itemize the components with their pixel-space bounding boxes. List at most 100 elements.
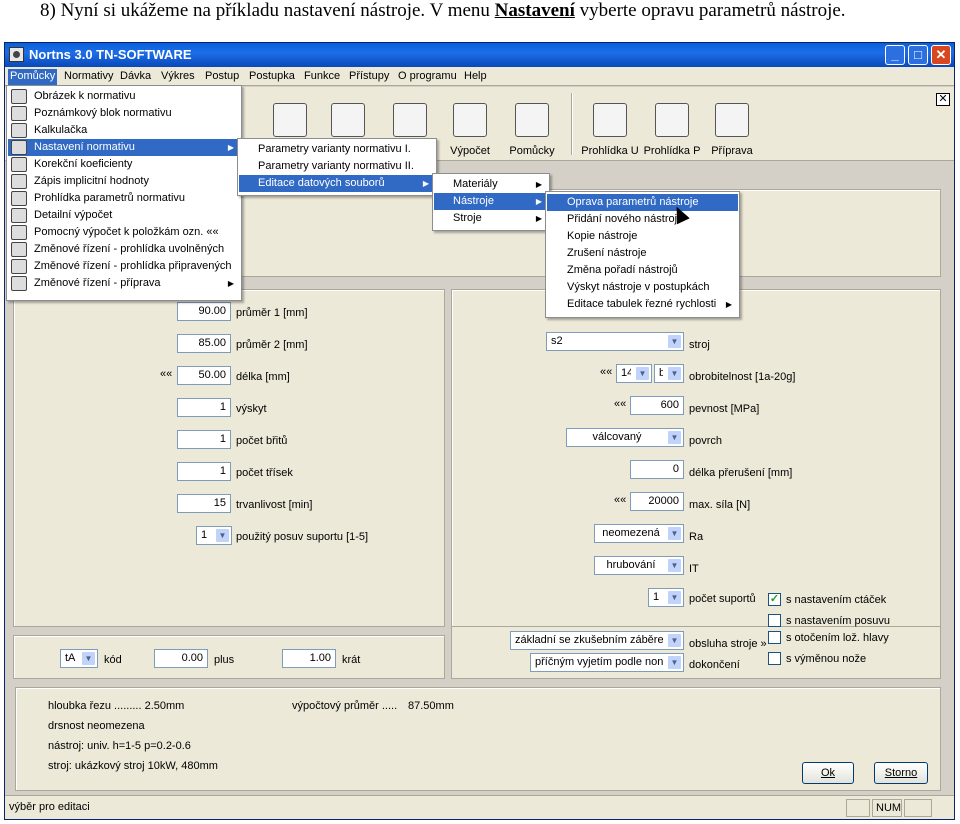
- menu-item-zruseni-nastroje[interactable]: Zrušení nástroje: [547, 245, 738, 262]
- menu-item-zmena-poradi[interactable]: Změna pořadí nástrojů: [547, 262, 738, 279]
- menu-pristupy[interactable]: Přístupy: [347, 69, 391, 85]
- chevron-down-icon[interactable]: ▼: [667, 655, 682, 670]
- chevron-down-icon[interactable]: ▼: [667, 334, 682, 349]
- toolbar-prohlidka-p-button[interactable]: Prohlídka P: [639, 91, 705, 157]
- max-force-field[interactable]: 20000: [630, 492, 684, 511]
- plus-field[interactable]: 0.00: [154, 649, 208, 668]
- edges-field[interactable]: 1: [177, 430, 231, 449]
- menu-item-korekcni-koeficienty[interactable]: Korekční koeficienty: [8, 156, 240, 173]
- inspection-p-icon: [655, 103, 689, 137]
- document-close-icon[interactable]: ✕: [936, 93, 950, 106]
- length-field[interactable]: 50.00: [177, 366, 231, 385]
- chevron-down-icon[interactable]: ▼: [635, 366, 650, 381]
- times-field[interactable]: 1.00: [282, 649, 336, 668]
- menu-vykres[interactable]: Výkres: [159, 69, 197, 85]
- chevron-down-icon[interactable]: ▼: [667, 558, 682, 573]
- strength-marker[interactable]: ««: [614, 398, 626, 410]
- menu-item-detailni-vypocet[interactable]: Detailní výpočet: [8, 207, 240, 224]
- document-caption: 8) Nyní si ukážeme na příkladu nastavení…: [40, 0, 950, 26]
- left-form-panel: 90.00 průměr 1 [mm] 85.00 průměr 2 [mm] …: [13, 289, 445, 627]
- menu-item-obrazek[interactable]: Obrázek k normativu: [8, 88, 240, 105]
- menu-item-editace-souboru[interactable]: Editace datových souborů ▶: [239, 175, 435, 192]
- menu-item-parametry-2[interactable]: Parametry varianty normativu II.: [239, 158, 435, 175]
- chevron-down-icon[interactable]: ▼: [667, 366, 682, 381]
- surface-select[interactable]: válcovaný ▼: [566, 428, 684, 447]
- menu-item-kopie-nastroje[interactable]: Kopie nástroje: [547, 228, 738, 245]
- maximize-button[interactable]: □: [908, 45, 928, 65]
- menu-help[interactable]: Help: [462, 69, 489, 85]
- field-label: kód: [104, 654, 122, 666]
- menu-item-zmenove-uvolnenych[interactable]: Změnové řízení - prohlídka uvolněných: [8, 241, 240, 258]
- chevron-down-icon[interactable]: ▼: [667, 430, 682, 445]
- menu-item-vyskyt-nastroje[interactable]: Výskyt nástroje v postupkách: [547, 279, 738, 296]
- chips-field[interactable]: 1: [177, 462, 231, 481]
- machine-select[interactable]: s2 ▼: [546, 332, 684, 351]
- menu-item-prohlidka-parametru[interactable]: Prohlídka parametrů normativu: [8, 190, 240, 207]
- toolbar-pomucky-button[interactable]: Pomůcky: [499, 91, 565, 157]
- finish-select[interactable]: příčným vyjetím podle nonia ▼: [530, 653, 684, 672]
- menu-item-pomocny-vypocet[interactable]: Pomocný výpočet k položkám ozn. ««: [8, 224, 240, 241]
- cancel-button[interactable]: Storno: [874, 762, 928, 784]
- force-marker[interactable]: ««: [614, 494, 626, 506]
- menu-item-poznamkovy-blok[interactable]: Poznámkový blok normativu: [8, 105, 240, 122]
- menu-item-zmenove-pripravenych[interactable]: Změnové řízení - prohlídka připravených: [8, 258, 240, 275]
- check-ctacek[interactable]: ✓: [768, 593, 781, 606]
- check-hlava[interactable]: [768, 631, 781, 644]
- menu-item-editace-tabulek[interactable]: Editace tabulek řezné rychlosti ▶: [547, 296, 738, 313]
- menu-item-parametry-1[interactable]: Parametry varianty normativu I.: [239, 141, 435, 158]
- menu-item-oprava-parametru[interactable]: Oprava parametrů nástroje: [547, 194, 738, 211]
- menu-item-materialy[interactable]: Materiály ▶: [434, 176, 548, 193]
- submenu-arrow-icon: ▶: [422, 179, 429, 188]
- menu-pomucky[interactable]: Pomůcky: [8, 69, 58, 85]
- ok-button[interactable]: Ok: [802, 762, 854, 784]
- menu-item-zmenove-priprava[interactable]: Změnové řízení - příprava ▶: [8, 275, 240, 292]
- toolbar-priprava-button[interactable]: Příprava: [699, 91, 765, 157]
- check-vymena[interactable]: [768, 652, 781, 665]
- length-marker[interactable]: ««: [160, 368, 172, 380]
- toolbar-label: Příprava: [711, 145, 753, 157]
- menu-item-nastaveni-normativu[interactable]: Nastavení normativu ▶: [8, 139, 240, 156]
- machinability-letter-select[interactable]: b ▼: [654, 364, 684, 383]
- menu-item-zapis-implicitni[interactable]: Zápis implicitní hodnoty: [8, 173, 240, 190]
- menu-item-kalkulacka[interactable]: Kalkulačka: [8, 122, 240, 139]
- menu-item-nastroje[interactable]: Nástroje ▶: [434, 193, 548, 210]
- supports-select[interactable]: 1 ▼: [648, 588, 684, 607]
- chevron-down-icon[interactable]: ▼: [81, 651, 96, 666]
- chevron-down-icon[interactable]: ▼: [667, 590, 682, 605]
- nastaveni-submenu: Parametry varianty normativu I. Parametr…: [237, 138, 437, 196]
- menu-postupka[interactable]: Postupka: [247, 69, 297, 85]
- menu-item-pridani-nastroje[interactable]: Přidání nového nástroje: [547, 211, 738, 228]
- strength-field[interactable]: 600: [630, 396, 684, 415]
- diameter1-field[interactable]: 90.00: [177, 302, 231, 321]
- minimize-button[interactable]: _: [885, 45, 905, 65]
- chevron-down-icon[interactable]: ▼: [215, 528, 230, 543]
- feed-select[interactable]: 1 ▼: [196, 526, 232, 545]
- roughness-select[interactable]: neomezená ▼: [594, 524, 684, 543]
- tolerance-select[interactable]: hrubování ▼: [594, 556, 684, 575]
- right-form-panel: s2 ▼ stroj «« 14 ▼ b ▼ obrobitelnost [1a-20…: [451, 289, 941, 627]
- machinability-marker[interactable]: ««: [600, 366, 612, 378]
- field-label: obrobitelnost [1a-20g]: [689, 371, 796, 383]
- menu-funkce[interactable]: Funkce: [302, 69, 342, 85]
- occurrence-field[interactable]: 1: [177, 398, 231, 417]
- tool-life-field[interactable]: 15: [177, 494, 231, 513]
- menu-o-programu[interactable]: O programu: [396, 69, 459, 85]
- toolbar-vypocet-button[interactable]: Výpočet: [437, 91, 503, 157]
- nastroje-submenu: Oprava parametrů nástroje Přidání nového…: [545, 191, 740, 318]
- menu-normativy[interactable]: Normativy: [62, 69, 116, 85]
- interruption-field[interactable]: 0: [630, 460, 684, 479]
- check-posuv[interactable]: [768, 614, 781, 627]
- menu-postup[interactable]: Postup: [203, 69, 241, 85]
- toolbar-prohlidka-u-button[interactable]: Prohlídka U: [577, 91, 643, 157]
- machinability-number-select[interactable]: 14 ▼: [616, 364, 652, 383]
- chevron-down-icon[interactable]: ▼: [667, 526, 682, 541]
- menu-davka[interactable]: Dávka: [118, 69, 153, 85]
- close-button[interactable]: ✕: [931, 45, 951, 65]
- correction-icon: [11, 157, 27, 172]
- chevron-down-icon[interactable]: ▼: [667, 633, 682, 648]
- code-select[interactable]: tA ▼: [60, 649, 98, 668]
- operation-select[interactable]: základní se zkušebním záběrem ▼: [510, 631, 684, 650]
- menu-item-stroje[interactable]: Stroje ▶: [434, 210, 548, 227]
- diameter2-field[interactable]: 85.00: [177, 334, 231, 353]
- chart-icon: [273, 103, 307, 137]
